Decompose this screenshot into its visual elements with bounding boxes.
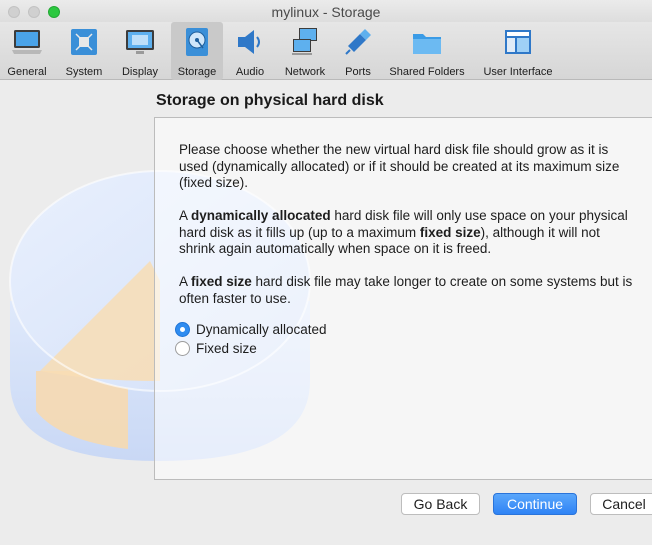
toolbar-item-general[interactable]: General [4, 22, 50, 80]
toolbar-label: User Interface [483, 66, 553, 78]
toolbar-item-user-interface[interactable]: User Interface [480, 22, 556, 80]
window-title: mylinux - Storage [271, 4, 381, 20]
dynamic-description: A dynamically allocated hard disk file w… [179, 208, 628, 256]
hard-disk-illustration [0, 81, 311, 521]
display-icon [126, 30, 154, 54]
fixed-description: A fixed size hard disk file may take lon… [179, 274, 633, 306]
toolbar-label: Network [284, 66, 326, 78]
go-back-button[interactable]: Go Back [401, 493, 480, 515]
radio-dynamically-allocated[interactable] [175, 322, 190, 337]
toolbar-item-ports[interactable]: Ports [338, 22, 378, 80]
content-panel: Please choose whether the new virtual ha… [154, 117, 652, 480]
toolbar-item-storage[interactable]: Storage [171, 22, 223, 80]
general-icon [12, 30, 42, 54]
radio-fixed-size[interactable] [175, 341, 190, 356]
user-interface-icon [505, 30, 531, 54]
fixed-size-term: fixed size [419, 224, 481, 240]
title-bar: mylinux - Storage [0, 0, 652, 24]
option-label: Fixed size [196, 341, 257, 356]
toolbar-label: Display [121, 66, 159, 78]
system-icon [71, 29, 97, 55]
dynamic-term: dynamically allocated [191, 208, 331, 223]
storage-wizard-window: mylinux - Storage General System Display… [0, 0, 652, 545]
storage-icon [186, 28, 208, 56]
continue-button[interactable]: Continue [493, 493, 577, 515]
toolbar-label: System [65, 66, 103, 78]
shared-folders-icon [413, 34, 441, 54]
toolbar-item-shared-folders[interactable]: Shared Folders [388, 22, 466, 80]
settings-toolbar: General System Display Storage Audio Net… [0, 22, 652, 80]
network-icon [292, 28, 317, 55]
ports-icon [345, 29, 371, 55]
page-title: Storage on physical hard disk [156, 92, 384, 109]
toolbar-label: General [7, 66, 47, 78]
toolbar-item-network[interactable]: Network [280, 22, 330, 80]
cancel-button[interactable]: Cancel [590, 493, 652, 515]
toolbar-item-display[interactable]: Display [118, 22, 162, 80]
audio-icon [238, 30, 260, 54]
toolbar-label: Ports [345, 66, 371, 78]
option-fixed-size[interactable]: Fixed size [175, 341, 257, 356]
option-dynamically-allocated[interactable]: Dynamically allocated [175, 322, 327, 337]
toolbar-label: Shared Folders [389, 66, 465, 78]
intro-text: Please choose whether the new virtual ha… [179, 142, 620, 190]
toolbar-label: Storage [177, 66, 217, 78]
option-label: Dynamically allocated [196, 322, 327, 337]
toolbar-label: Audio [235, 66, 265, 78]
toolbar-item-audio[interactable]: Audio [230, 22, 270, 80]
fixed-term: fixed size [191, 274, 252, 289]
toolbar-item-system[interactable]: System [62, 22, 106, 80]
